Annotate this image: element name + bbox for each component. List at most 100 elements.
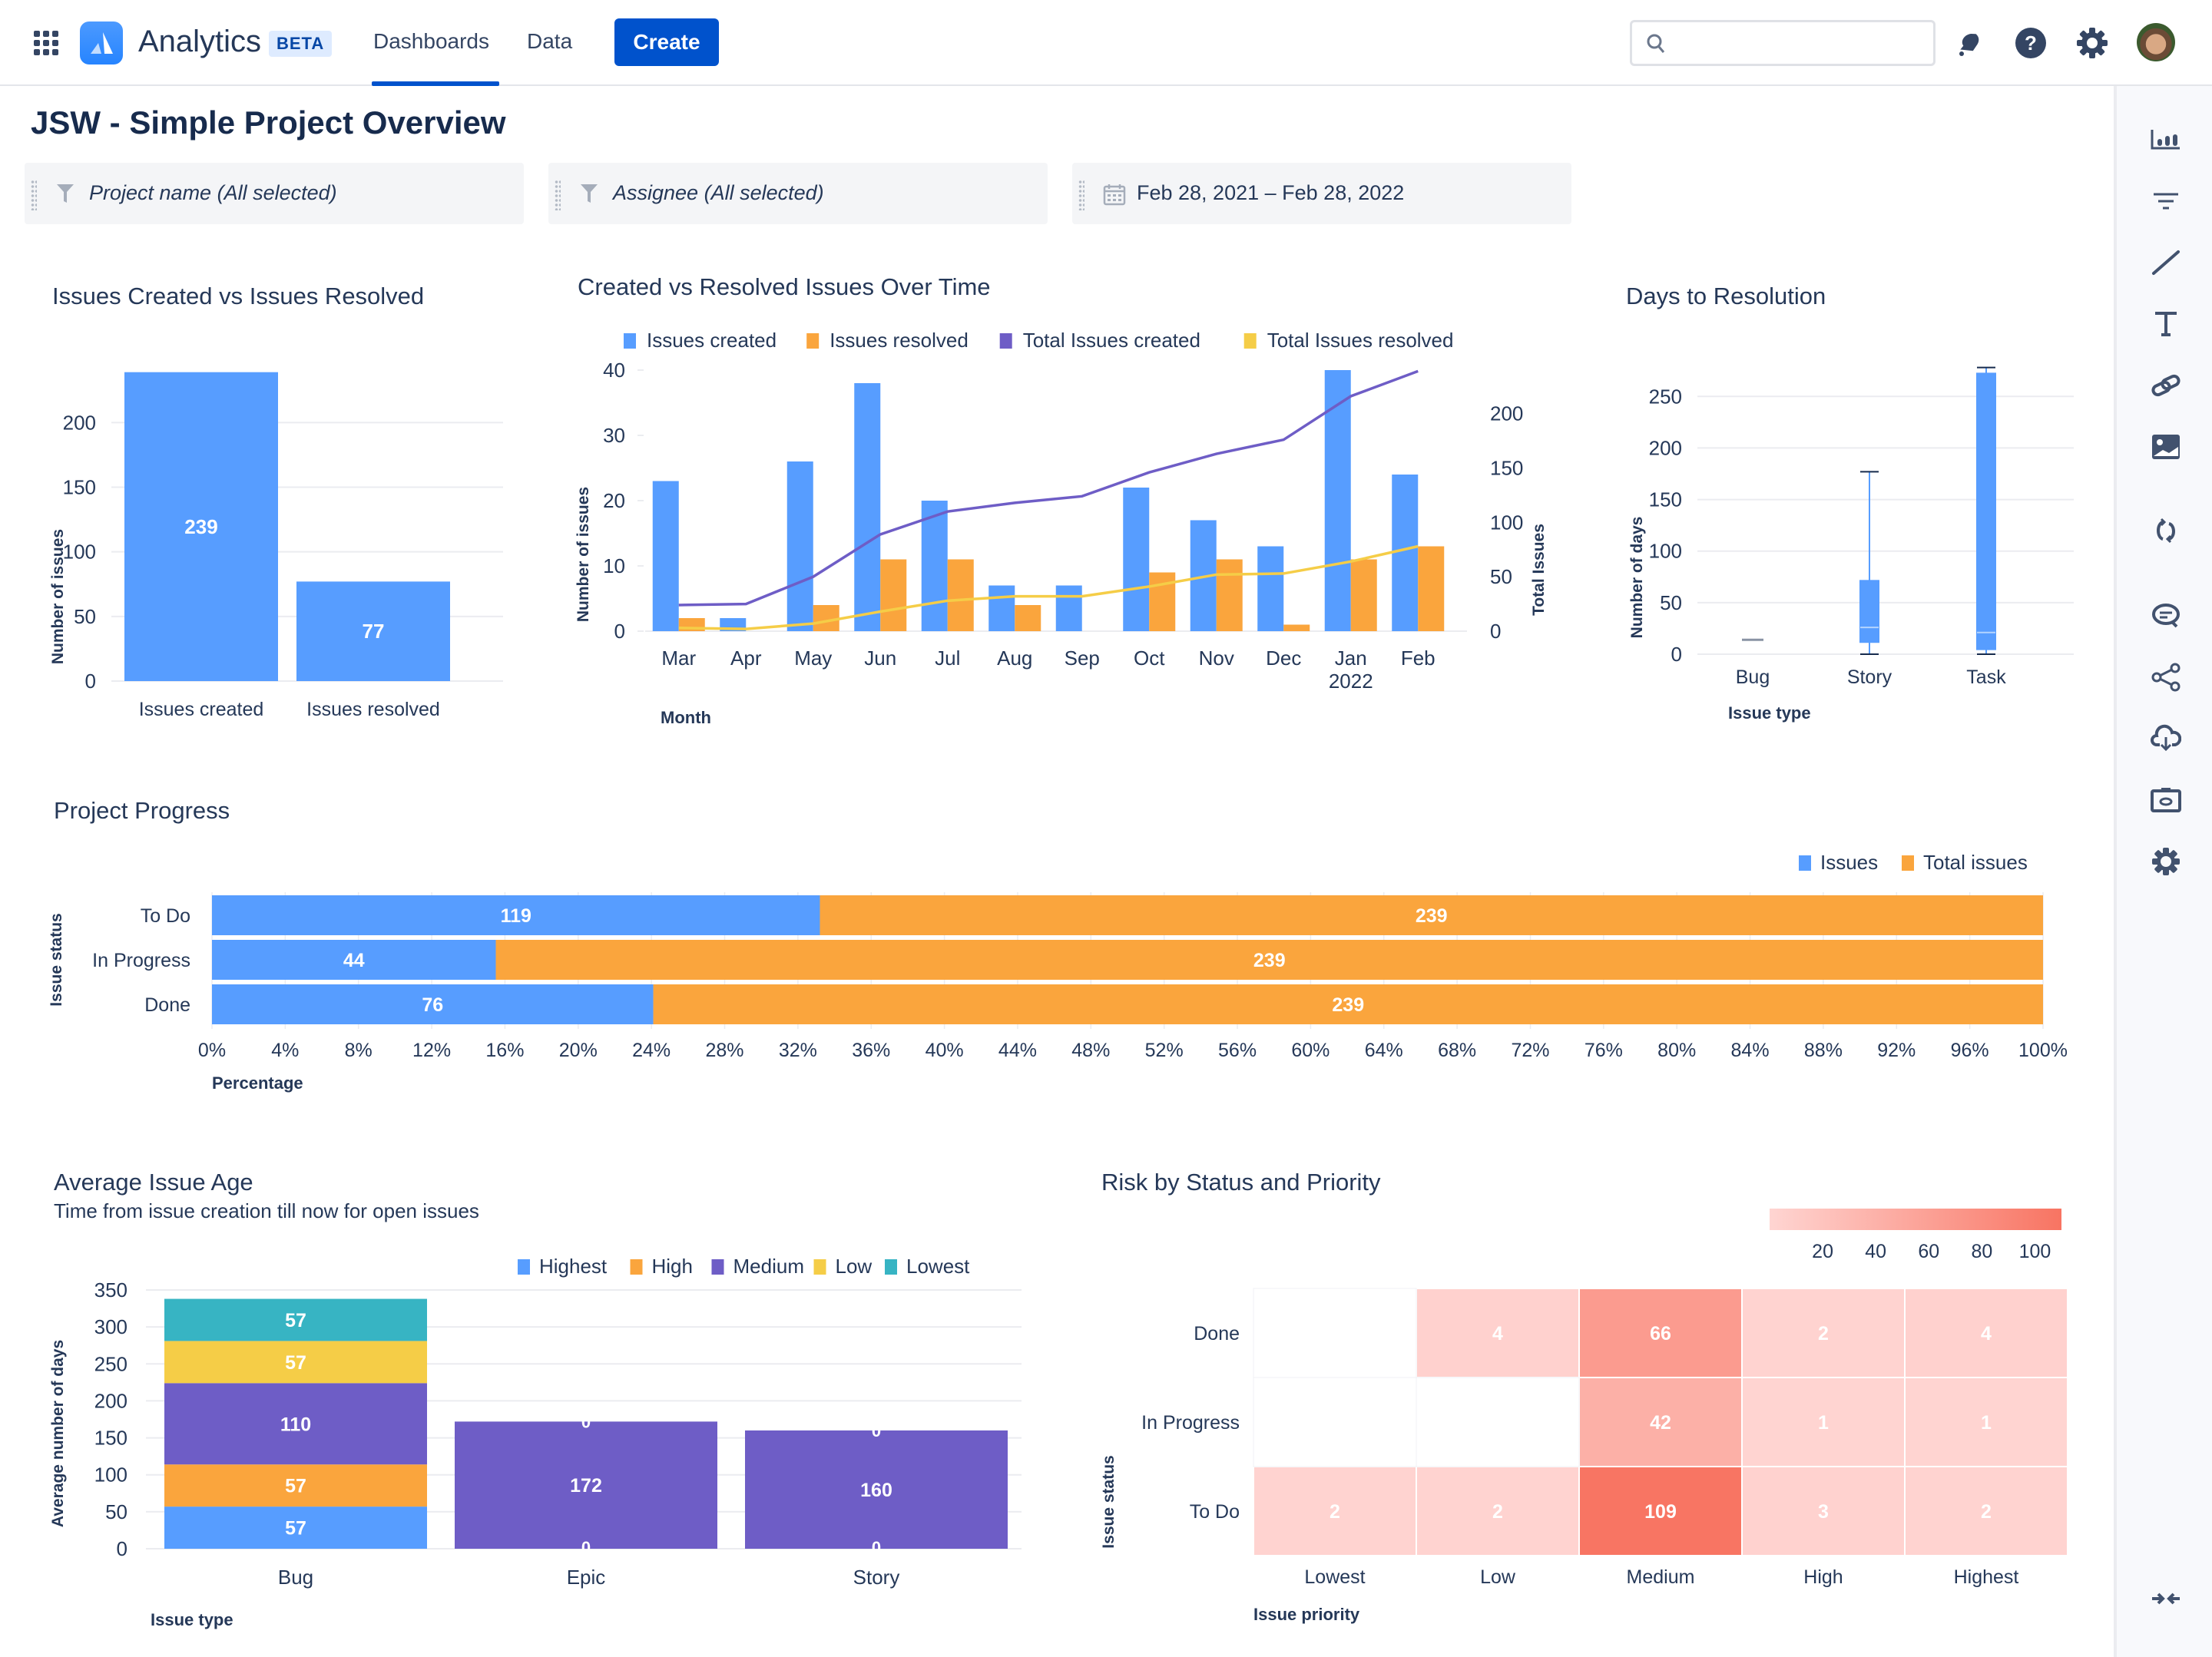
drag-handle-icon[interactable] (31, 180, 37, 210)
heatmap-cell-value: 66 (1650, 1323, 1671, 1344)
search-input[interactable] (1675, 28, 1921, 59)
heatmap-cell-empty (1253, 1288, 1417, 1378)
image-icon[interactable] (2151, 432, 2181, 462)
bar-issues-resolved (1418, 546, 1445, 631)
cloud-download-icon[interactable] (2151, 723, 2181, 754)
bar-value-label: 239 (1253, 950, 1286, 971)
app-switcher-icon[interactable] (34, 31, 58, 55)
bar-value-label: 57 (285, 1352, 306, 1374)
bar-value-label: 239 (1416, 905, 1448, 927)
create-button[interactable]: Create (614, 18, 719, 66)
filter-date-range[interactable]: Feb 28, 2021 – Feb 28, 2022 (1072, 163, 1571, 224)
drag-handle-icon[interactable] (555, 180, 561, 210)
x-tick-label: 16% (485, 1040, 524, 1061)
search-box[interactable] (1630, 20, 1936, 66)
chart-title: Issues Created vs Issues Resolved (52, 283, 425, 309)
x-tick-label: 24% (632, 1040, 671, 1061)
heatmap-cell-value: 2 (1492, 1501, 1503, 1523)
app-name: Analytics (138, 25, 262, 58)
x-tick-sublabel: 2022 (1329, 670, 1373, 693)
x-tick-label: Epic (567, 1566, 606, 1589)
bar-issues-created (854, 383, 881, 631)
filter-label: Feb 28, 2021 – Feb 28, 2022 (1137, 181, 1405, 204)
beta-badge: BETA (269, 31, 333, 57)
y-tick-label: 40 (603, 359, 625, 382)
filter-icon (57, 184, 74, 203)
y-tick-label: 50 (105, 1500, 127, 1523)
svg-text:?: ? (2025, 31, 2037, 55)
y-tick-label: 50 (74, 605, 96, 628)
x-tick-label: Feb (1401, 647, 1435, 670)
x-axis-label: Issue priority (1253, 1605, 1360, 1624)
nav-active-indicator (372, 81, 499, 86)
x-tick-label: 8% (345, 1040, 373, 1061)
drag-handle-icon[interactable] (1078, 180, 1084, 210)
issues-created-vs-resolved-chart: 0 50 100 150 200 239 Issues created 77 Issues re… (49, 372, 503, 720)
avatar[interactable] (2137, 23, 2175, 61)
chart-title: Project Progress (54, 797, 230, 824)
chart-icon[interactable] (2151, 124, 2181, 155)
x-tick-label: Story (853, 1566, 900, 1589)
colorbar (1770, 1209, 2061, 1230)
comment-icon[interactable] (2151, 600, 2181, 631)
y-tick-label: Done (1194, 1323, 1240, 1344)
x-axis-label: Issue type (151, 1610, 233, 1629)
settings-icon[interactable] (2151, 846, 2181, 877)
x-tick-label: High (1803, 1566, 1843, 1588)
refresh-icon[interactable] (2151, 516, 2181, 547)
heatmap-cell-value: 4 (1981, 1323, 1992, 1344)
y-axis-label: Number of issues (575, 487, 592, 622)
chart-subtitle: Time from issue creation till now for op… (54, 1199, 479, 1222)
settings-icon[interactable] (2075, 26, 2109, 60)
filter-icon[interactable] (2151, 186, 2181, 217)
bar-issues-created (1055, 585, 1082, 631)
bar-value-label: 57 (285, 1476, 306, 1497)
y2-tick-label: 0 (1490, 620, 1501, 643)
filter-assignee[interactable]: Assignee (All selected) (548, 163, 1048, 224)
collapse-icon[interactable] (2151, 1583, 2181, 1614)
share-icon[interactable] (2151, 662, 2181, 693)
x-tick-label: 76% (1584, 1040, 1623, 1061)
y-axis-label: Average number of days (49, 1340, 67, 1527)
nav-data[interactable]: Data (527, 29, 572, 54)
x-tick-label: Issues resolved (306, 699, 440, 720)
nav-dashboards[interactable]: Dashboards (373, 29, 489, 54)
heatmap-cell-value: 3 (1818, 1501, 1829, 1523)
x-tick-label: 64% (1365, 1040, 1403, 1061)
legend-label: Total Issues created (1023, 329, 1200, 352)
text-icon[interactable] (2151, 309, 2181, 339)
y-tick-label: 200 (94, 1389, 127, 1412)
x-tick-label: Jul (935, 647, 960, 670)
bar-value-label: 0 (581, 1412, 591, 1431)
legend-label: Issues (1820, 851, 1878, 874)
heatmap-cell-value: 2 (1818, 1323, 1829, 1344)
line-icon[interactable] (2151, 247, 2181, 278)
x-tick-label: Sep (1065, 647, 1100, 670)
filter-project-name[interactable]: Project name (All selected) (25, 163, 524, 224)
link-icon[interactable] (2151, 370, 2181, 401)
y-tick-label: 0 (1671, 643, 1682, 666)
heatmap-cell-value: 42 (1650, 1412, 1671, 1434)
chart-title: Risk by Status and Priority (1101, 1169, 1381, 1196)
y2-tick-label: 50 (1490, 565, 1512, 588)
bar-issues-resolved (947, 559, 974, 631)
y-tick-label: Done (144, 994, 190, 1016)
legend-swatch (518, 1259, 530, 1275)
x-tick-label: 88% (1804, 1040, 1843, 1061)
legend-swatch (999, 333, 1012, 349)
x-tick-label: Low (1480, 1566, 1516, 1588)
legend-swatch (1902, 855, 1914, 871)
x-tick-label: 80% (1657, 1040, 1696, 1061)
project-progress-chart: Issues Total issues 0% 4% 8% 12% 16% 20% 24% 28% 3… (48, 851, 2068, 1093)
right-toolbar (2114, 86, 2212, 1657)
y2-tick-label: 200 (1490, 402, 1523, 425)
legend-label: Highest (539, 1255, 608, 1278)
notifications-icon[interactable] (1952, 26, 1986, 60)
camera-icon[interactable] (2151, 785, 2181, 815)
analytics-logo-icon[interactable] (80, 21, 123, 64)
x-tick-label: 96% (1951, 1040, 1989, 1061)
x-tick-label: 56% (1218, 1040, 1257, 1061)
help-icon[interactable]: ? (2014, 26, 2048, 60)
bar-value-label: 119 (501, 905, 531, 927)
x-tick-label: Oct (1134, 647, 1165, 670)
